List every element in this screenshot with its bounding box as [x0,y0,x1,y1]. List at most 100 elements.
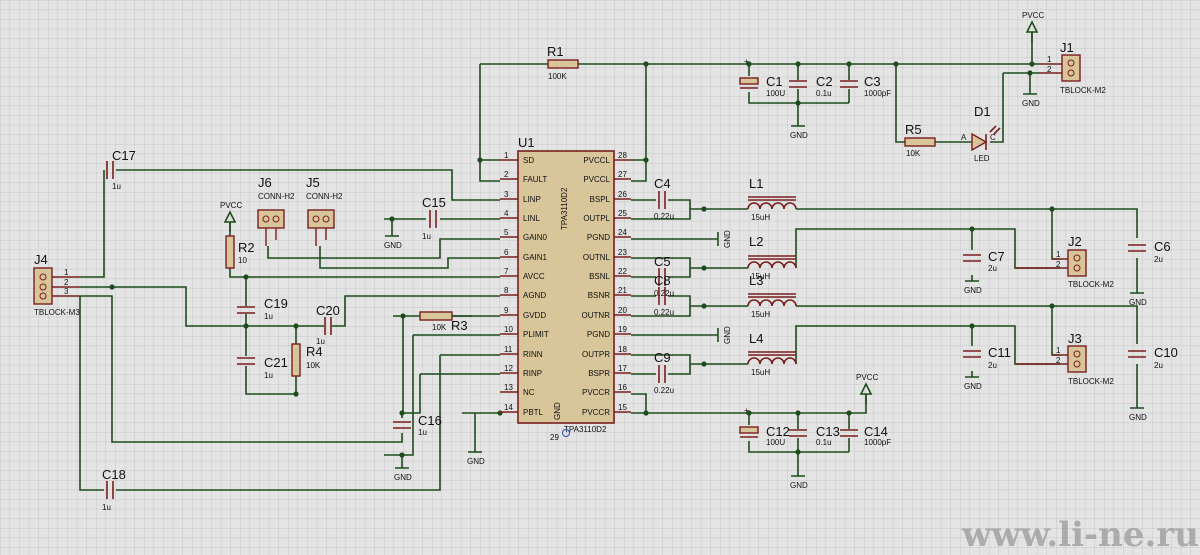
c15-value: 1u [422,232,431,241]
ic-pin-num: 2 [504,170,509,179]
ic-pin-name: OUTNR [582,311,611,320]
ic-pin-name: PBTL [523,408,544,417]
ic-pin-name: PLIMIT [523,330,549,339]
j4-value: TBLOCK-M3 [34,308,80,317]
r5-ref: R5 [905,122,922,137]
ic-pin-name: PVCCR [582,408,610,417]
gnd-label: GND [1129,298,1147,307]
vcc-label: PVCC [220,201,242,210]
d1-value: LED [974,154,990,163]
c17-ref: C17 [112,148,136,163]
c9-ref: C9 [654,350,671,365]
ic-pin-name: RINP [523,369,542,378]
ic-pin-name: PVCCR [582,388,610,397]
j2-pin1: 1 [1056,250,1061,259]
c3-value: 1000pF [864,89,891,98]
j2-pin2: 2 [1056,260,1061,269]
c7-ref: C7 [988,249,1005,264]
j1-pin1: 1 [1047,55,1052,64]
c1-value: 100U [766,89,785,98]
j6-ref: J6 [258,175,272,190]
ic-pin-num: 26 [618,190,627,199]
d1-cathode-label: C [990,133,996,142]
j4-ref: J4 [34,252,48,267]
ic-pin-name: OUTNL [583,253,611,262]
j3-value: TBLOCK-M2 [1068,377,1114,386]
ic-gnd-pin-label: GND [553,402,562,420]
gnd-label: GND [964,382,982,391]
gnd-label: GND [723,326,732,344]
ic-ref: U1 [518,135,535,150]
c9-value: 0.22u [654,386,674,395]
c8-value: 0.22u [654,308,674,317]
r2-value: 10 [238,256,247,265]
gnd-label: GND [723,230,732,248]
r5-value: 10K [906,149,921,158]
r3-value: 10K [432,323,447,332]
j1-pin2: 2 [1047,65,1052,74]
ic-pin-num: 17 [618,364,627,373]
c13-ref: C13 [816,424,840,439]
c20-value: 1u [316,337,325,346]
ic-pin-name: NC [523,388,535,397]
gnd-label: GND [790,481,808,490]
ic-pin-name: LINP [523,195,541,204]
c20-ref: C20 [316,303,340,318]
j6-value: CONN-H2 [258,192,295,201]
gnd-label: GND [964,286,982,295]
ic-pin-name: BSNL [589,272,610,281]
vcc-label: PVCC [1022,11,1044,20]
ic-pin-name: OUTPL [583,214,610,223]
c10-value: 2u [1154,361,1163,370]
ic-pin-name: SD [523,156,534,165]
ic-pin-name: AGND [523,291,546,300]
c11-value: 2u [988,361,997,370]
c14-value: 1000pF [864,438,891,447]
c19-value: 1u [264,312,273,321]
c12-value: 100U [766,438,785,447]
l3-ref: L3 [749,273,763,288]
l2-ref: L2 [749,234,763,249]
ic-gnd-pin-num: 29 [550,433,559,442]
ic-pin-name: AVCC [523,272,545,281]
c18-ref: C18 [102,467,126,482]
ic-pin-num: 1 [504,151,509,160]
c21-value: 1u [264,371,273,380]
ic-u1[interactable]: U1 TPA3110D2 TPA3110D2 GND 29 1 SD 2 FAULT 3… [500,135,631,442]
j1-ref: J1 [1060,40,1074,55]
r1-value: 100K [548,72,567,81]
l4-value: 15uH [751,368,770,377]
ic-pin-num: 15 [618,403,627,412]
svg-text:+: + [744,57,749,66]
ic-pin-num: 27 [618,170,627,179]
c12-ref: C12 [766,424,790,439]
c6-value: 2u [1154,255,1163,264]
ic-pin-num: 9 [504,306,509,315]
c16-value: 1u [418,428,427,437]
j2-ref: J2 [1068,234,1082,249]
ic-pin-name: PVCCL [583,175,610,184]
ic-part-vertical: TPA3110D2 [560,187,569,230]
ic-pin-num: 14 [504,403,513,412]
ic-pin-num: 18 [618,345,627,354]
c7-value: 2u [988,264,997,273]
r2-ref: R2 [238,240,255,255]
ic-part-label: TPA3110D2 [564,425,607,434]
watermark: www.li-ne.ru [961,515,1199,555]
ic-pin-num: 23 [618,248,627,257]
r3-ref: R3 [451,318,468,333]
c19-ref: C19 [264,296,288,311]
ic-pin-num: 19 [618,325,627,334]
j3-ref: J3 [1068,331,1082,346]
ic-pin-num: 24 [618,228,627,237]
c2-value: 0.1u [816,89,832,98]
c1-ref: C1 [766,74,783,89]
svg-text:+: + [744,406,749,415]
c2-ref: C2 [816,74,833,89]
c15-ref: C15 [422,195,446,210]
ic-pin-name: GAIN0 [523,233,548,242]
ic-pin-name: FAULT [523,175,547,184]
l1-value: 15uH [751,213,770,222]
ic-pin-name: RINN [523,350,543,359]
ic-pin-num: 25 [618,209,627,218]
